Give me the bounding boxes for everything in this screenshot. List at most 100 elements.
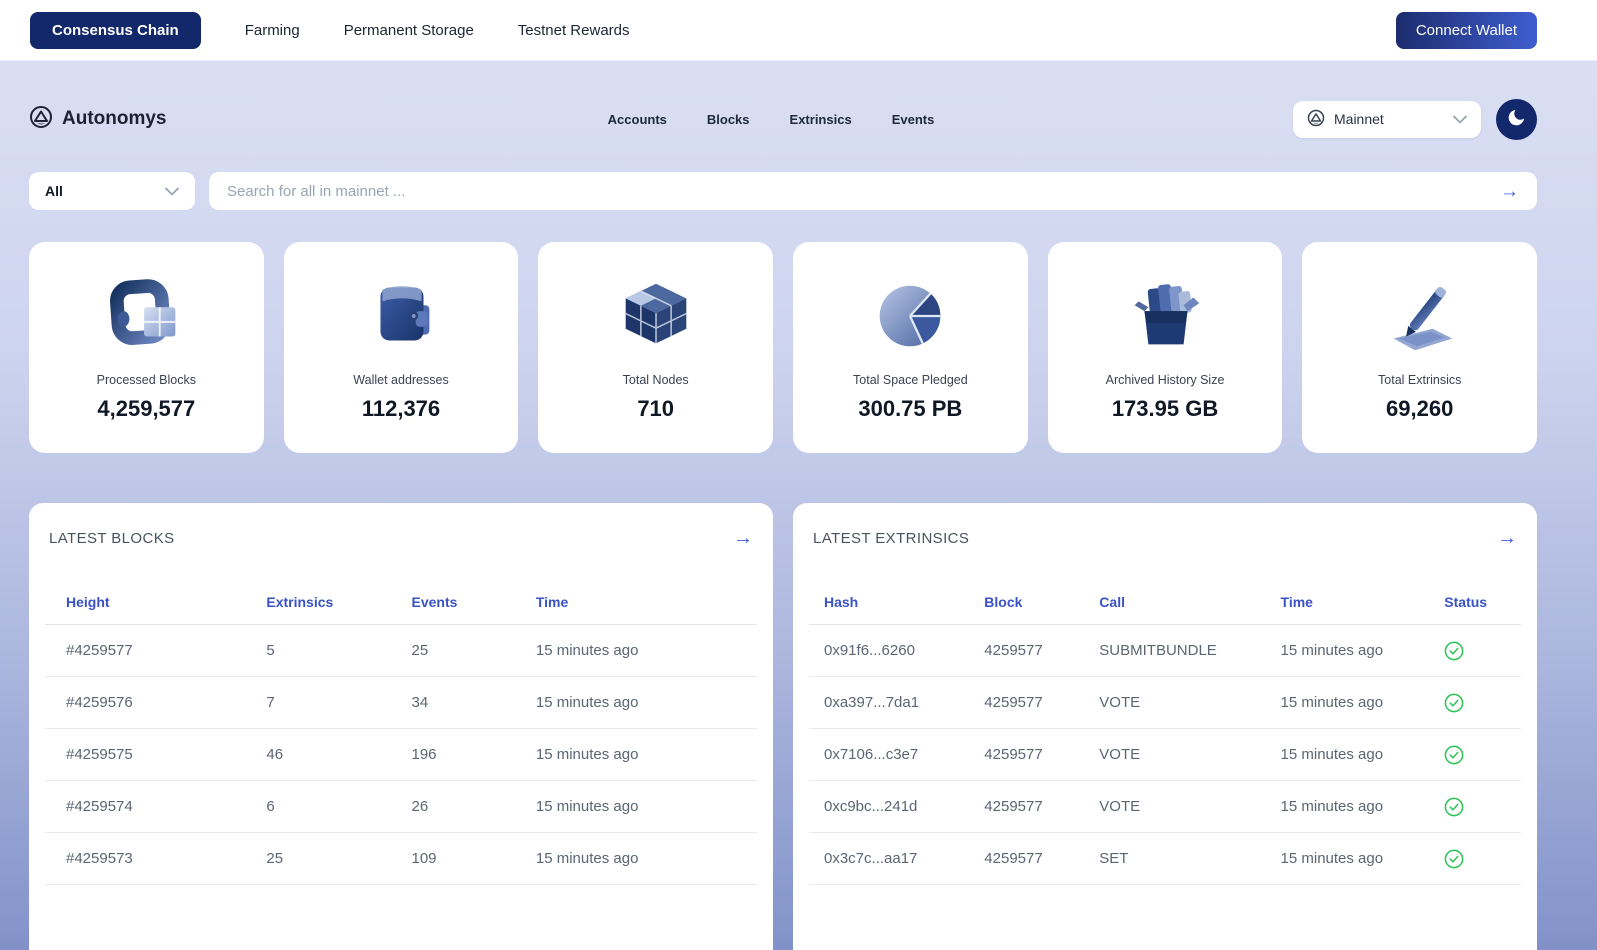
search-row: All → (29, 172, 1537, 210)
network-selector[interactable]: Mainnet (1293, 101, 1481, 138)
explorer-header: Autonomys Accounts Blocks Extrinsics Eve… (29, 61, 1537, 143)
block-events-count: 196 (411, 746, 535, 763)
extrinsic-hash-link[interactable]: 0xa397...7da1 (824, 694, 984, 711)
extrinsic-time: 15 minutes ago (1281, 798, 1445, 815)
block-time: 15 minutes ago (536, 746, 757, 763)
search-input[interactable] (227, 183, 1500, 200)
nav-accounts[interactable]: Accounts (608, 112, 667, 127)
brand-logo[interactable]: Autonomys (29, 105, 249, 134)
extrinsic-call: VOTE (1099, 694, 1280, 711)
stat-label: Total Extrinsics (1302, 373, 1537, 387)
connect-wallet-button[interactable]: Connect Wallet (1396, 12, 1537, 49)
col-hash: Hash (824, 594, 984, 610)
block-events-count: 25 (411, 642, 535, 659)
table-row[interactable]: #4259577 5 25 15 minutes ago (45, 625, 757, 677)
block-extrinsics-count: 46 (266, 746, 411, 763)
dark-mode-toggle[interactable] (1496, 99, 1537, 140)
page-background: Autonomys Accounts Blocks Extrinsics Eve… (0, 61, 1597, 950)
stat-label: Processed Blocks (29, 373, 264, 387)
filter-selected-value: All (45, 183, 63, 199)
col-status: Status (1444, 594, 1521, 610)
stat-value: 112,376 (284, 396, 519, 422)
extrinsic-hash-link[interactable]: 0x3c7c...aa17 (824, 850, 984, 867)
stat-label: Total Space Pledged (793, 373, 1028, 387)
table-row[interactable]: 0x3c7c...aa17 4259577 SET 15 minutes ago (809, 833, 1521, 885)
nav-extrinsics[interactable]: Extrinsics (790, 112, 852, 127)
col-events: Events (411, 594, 535, 610)
tab-farming[interactable]: Farming (245, 22, 300, 39)
tab-consensus-chain[interactable]: Consensus Chain (30, 12, 201, 49)
block-extrinsics-count: 7 (266, 694, 411, 711)
extrinsic-call: SUBMITBUNDLE (1099, 642, 1280, 659)
table-row[interactable]: #4259573 25 109 15 minutes ago (45, 833, 757, 885)
block-time: 15 minutes ago (536, 642, 757, 659)
network-selected-label: Mainnet (1334, 111, 1384, 127)
search-filter-select[interactable]: All (29, 172, 195, 210)
block-events-count: 34 (411, 694, 535, 711)
status-success-icon (1444, 797, 1521, 817)
stat-card-wallet-addresses: Wallet addresses 112,376 (284, 242, 519, 453)
extrinsic-time: 15 minutes ago (1281, 694, 1445, 711)
extrinsics-3d-icon (1302, 266, 1537, 366)
block-height-link[interactable]: #4259577 (66, 642, 266, 659)
block-height-link[interactable]: #4259574 (66, 798, 266, 815)
autonomys-logo-icon (29, 105, 53, 134)
stat-value: 173.95 GB (1048, 396, 1283, 422)
nodes-3d-icon (538, 266, 773, 366)
archive-3d-icon (1048, 266, 1283, 366)
block-height-link[interactable]: #4259576 (66, 694, 266, 711)
block-events-count: 26 (411, 798, 535, 815)
search-submit-arrow-icon[interactable]: → (1500, 182, 1519, 201)
extrinsic-block: 4259577 (984, 746, 1099, 763)
space-3d-icon (793, 266, 1028, 366)
panel-title: LATEST BLOCKS (49, 530, 175, 547)
stat-card-total-nodes: Total Nodes 710 (538, 242, 773, 453)
block-time: 15 minutes ago (536, 798, 757, 815)
view-all-extrinsics-arrow-icon[interactable]: → (1497, 527, 1517, 550)
extrinsic-block: 4259577 (984, 798, 1099, 815)
moon-icon (1506, 107, 1527, 131)
col-height: Height (66, 594, 266, 610)
nav-events[interactable]: Events (892, 112, 935, 127)
block-extrinsics-count: 6 (266, 798, 411, 815)
tab-permanent-storage[interactable]: Permanent Storage (344, 22, 474, 39)
block-time: 15 minutes ago (536, 694, 757, 711)
stat-value: 300.75 PB (793, 396, 1028, 422)
stat-label: Total Nodes (538, 373, 773, 387)
table-row[interactable]: 0xc9bc...241d 4259577 VOTE 15 minutes ag… (809, 781, 1521, 833)
latest-blocks-panel: LATEST BLOCKS → Height Extrinsics Events… (29, 503, 773, 950)
status-success-icon (1444, 693, 1521, 713)
extrinsic-hash-link[interactable]: 0xc9bc...241d (824, 798, 984, 815)
col-block: Block (984, 594, 1099, 610)
extrinsic-hash-link[interactable]: 0x7106...c3e7 (824, 746, 984, 763)
table-row[interactable]: 0x91f6...6260 4259577 SUBMITBUNDLE 15 mi… (809, 625, 1521, 677)
status-success-icon (1444, 849, 1521, 869)
table-row[interactable]: #4259576 7 34 15 minutes ago (45, 677, 757, 729)
table-row[interactable]: 0x7106...c3e7 4259577 VOTE 15 minutes ag… (809, 729, 1521, 781)
explorer-nav: Accounts Blocks Extrinsics Events (249, 112, 1293, 127)
stat-card-total-space-pledged: Total Space Pledged 300.75 PB (793, 242, 1028, 453)
brand-name: Autonomys (62, 108, 167, 130)
latest-blocks-header: LATEST BLOCKS → (45, 527, 757, 550)
table-row[interactable]: #4259574 6 26 15 minutes ago (45, 781, 757, 833)
extrinsic-call: VOTE (1099, 746, 1280, 763)
view-all-blocks-arrow-icon[interactable]: → (733, 527, 753, 550)
stat-value: 710 (538, 396, 773, 422)
top-navigation-bar: Consensus Chain Farming Permanent Storag… (0, 0, 1597, 61)
table-row[interactable]: 0xa397...7da1 4259577 VOTE 15 minutes ag… (809, 677, 1521, 729)
block-height-link[interactable]: #4259573 (66, 850, 266, 867)
stat-card-processed-blocks: Processed Blocks 4,259,577 (29, 242, 264, 453)
stat-label: Wallet addresses (284, 373, 519, 387)
stat-card-archived-history-size: Archived History Size 173.95 GB (1048, 242, 1283, 453)
blocks-3d-icon (29, 266, 264, 366)
blocks-table-header: Height Extrinsics Events Time (45, 594, 757, 625)
block-height-link[interactable]: #4259575 (66, 746, 266, 763)
table-row[interactable]: #4259575 46 196 15 minutes ago (45, 729, 757, 781)
extrinsics-table-header: Hash Block Call Time Status (809, 594, 1521, 625)
stat-value: 4,259,577 (29, 396, 264, 422)
col-time: Time (1281, 594, 1445, 610)
nav-blocks[interactable]: Blocks (707, 112, 750, 127)
extrinsic-block: 4259577 (984, 694, 1099, 711)
tab-testnet-rewards[interactable]: Testnet Rewards (518, 22, 630, 39)
extrinsic-hash-link[interactable]: 0x91f6...6260 (824, 642, 984, 659)
